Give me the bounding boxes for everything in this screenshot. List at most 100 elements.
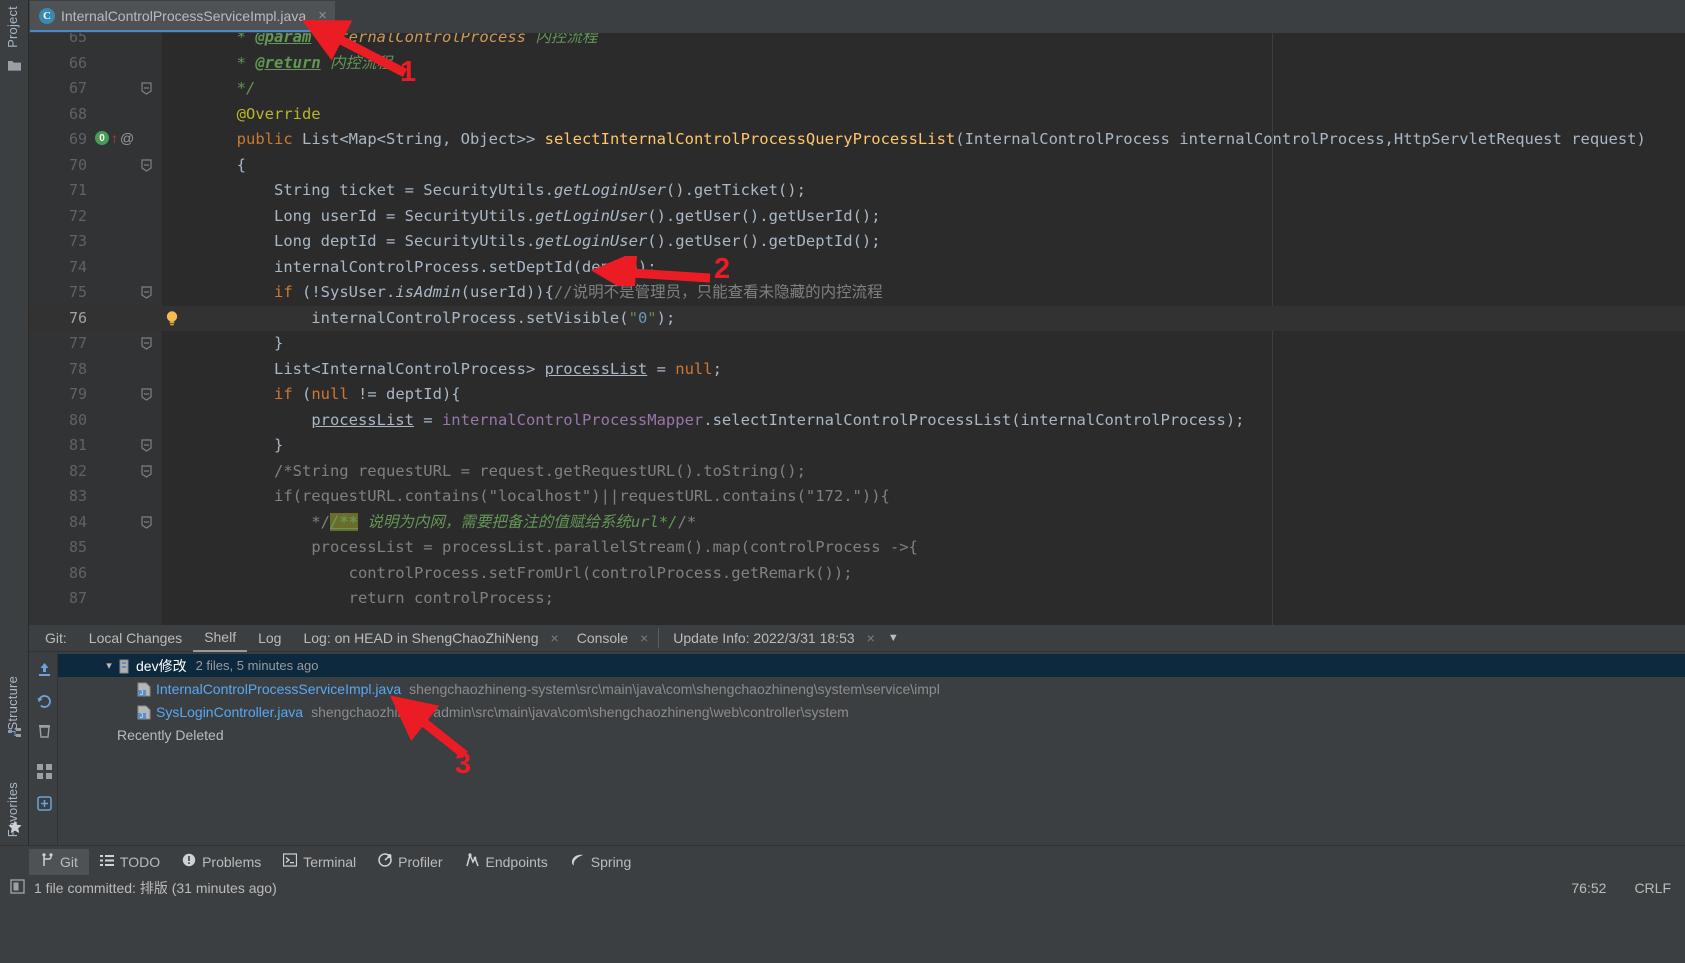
code-line-text: public List<Map<String, Object>> selectI… — [236, 130, 1646, 148]
code-editor[interactable]: 65 * @param internalControlProcess 内控流程 6… — [29, 33, 1685, 625]
code-line-row[interactable]: 80 processList = internalControlProcessM… — [29, 408, 1685, 434]
code-line-row[interactable]: 79 if (null != deptId){ — [29, 382, 1685, 408]
code-line-row[interactable]: 70 { — [29, 153, 1685, 179]
code-fold-icon[interactable] — [141, 337, 152, 350]
code-fold-icon[interactable] — [141, 82, 152, 95]
svg-text:J: J — [140, 691, 143, 697]
bottom-tab-todo[interactable]: TODO — [89, 849, 171, 875]
code-line-text: if (null != deptId){ — [273, 385, 461, 403]
revert-icon[interactable] — [35, 692, 53, 710]
code-line-row[interactable]: 81 } — [29, 433, 1685, 459]
git-tab-shelf[interactable]: Shelf — [193, 625, 248, 652]
code-line-row[interactable]: 65 * @param internalControlProcess 内控流程 — [29, 33, 1685, 51]
changed-file-row[interactable]: J SysLoginController.java shengchaozhineng… — [58, 700, 1685, 723]
git-tab-console[interactable]: Console — [566, 625, 639, 652]
sidebar-tab-project[interactable]: Project — [0, 2, 28, 52]
folder-icon[interactable] — [6, 57, 23, 74]
delete-icon[interactable] — [35, 722, 53, 740]
line-number: 68 — [68, 104, 87, 123]
code-fold-icon[interactable] — [141, 464, 152, 478]
line-number: 77 — [68, 334, 87, 352]
status-message[interactable]: 1 file committed: 排版 (31 minutes ago) — [10, 877, 277, 899]
changed-file-name[interactable]: SysLoginController.java — [156, 704, 303, 720]
line-separator[interactable]: CRLF — [1634, 880, 1671, 896]
close-icon[interactable]: × — [318, 8, 327, 23]
code-line-row[interactable]: 76 internalControlProcess.setVisible("0"… — [29, 305, 1685, 331]
bottom-tab-git[interactable]: Git — [29, 848, 89, 875]
chevron-down-icon[interactable]: ▼ — [888, 632, 899, 644]
code-line-text: Long userId = SecurityUtils.getLoginUser… — [162, 206, 881, 225]
code-line-text: * @param internalControlProcess 内控流程 — [236, 33, 598, 46]
star-icon[interactable] — [6, 818, 23, 835]
code-line-text: { — [162, 155, 246, 174]
code-line-row[interactable]: 78 List<InternalControlProcess> processL… — [29, 357, 1685, 383]
editor-tab[interactable]: C InternalControlProcessServiceImpl.java… — [30, 1, 335, 32]
code-line-text: return controlProcess; — [348, 589, 554, 607]
bottom-tab-terminal[interactable]: Terminal — [272, 849, 367, 875]
code-fold-icon[interactable] — [141, 515, 152, 529]
implemented-badge-icon[interactable]: 0 — [95, 131, 109, 145]
code-line-row[interactable]: 66 * @return 内控流程 — [29, 51, 1685, 77]
code-line-row[interactable]: 85 processList = processList.parallelStr… — [29, 535, 1685, 561]
code-fold-icon[interactable] — [141, 388, 152, 401]
code-line-row[interactable]: 67 */ — [29, 76, 1685, 102]
code-line-text: } — [162, 436, 284, 454]
code-line-row[interactable]: 77 } — [29, 331, 1685, 357]
git-tab-log[interactable]: Log — [247, 625, 292, 652]
code-line-row[interactable]: 71 String ticket = SecurityUtils.getLogi… — [29, 178, 1685, 204]
bottom-tab-spring[interactable]: Spring — [559, 849, 642, 875]
chevron-down-icon[interactable]: ▾ — [100, 659, 118, 672]
code-line-row[interactable]: 82 /*String requestURL = request.getRequ… — [29, 459, 1685, 485]
git-tab-local-changes[interactable]: Local Changes — [78, 625, 193, 652]
git-tab-log-on-head-in-shengchaozhineng[interactable]: Log: on HEAD in ShengChaoZhiNeng — [292, 625, 549, 652]
code-line-row[interactable]: 86 controlProcess.setFromUrl(controlProc… — [29, 561, 1685, 587]
code-line-row[interactable]: 84 *//** 说明为内网，需要把备注的值赋给系统url*//* — [29, 510, 1685, 536]
git-tab-close-icon[interactable]: × — [860, 630, 882, 646]
git-tab-update-info-2022-3-31-18-53[interactable]: Update Info: 2022/3/31 18:53 — [662, 625, 865, 652]
line-number: 65 — [68, 33, 87, 46]
upload-icon[interactable] — [35, 660, 53, 678]
status-bar: 1 file committed: 排版 (31 minutes ago) 76… — [0, 877, 1685, 963]
bottom-tab-problems[interactable]: Problems — [171, 849, 272, 875]
group-by-icon[interactable] — [35, 762, 53, 780]
code-line-row[interactable]: 74 internalControlProcess.setDeptId(dept… — [29, 255, 1685, 281]
git-tab-close-icon[interactable]: × — [633, 630, 655, 646]
code-line-row[interactable]: 87 return controlProcess; — [29, 586, 1685, 612]
changed-file-row[interactable]: J InternalControlProcessServiceImpl.java s… — [58, 677, 1685, 700]
git-tab-close-icon[interactable]: × — [544, 630, 566, 646]
java-class-icon: C — [39, 7, 55, 24]
recently-deleted-row[interactable]: Recently Deleted — [58, 723, 1685, 746]
git-changes-list[interactable]: ▾ dev修改 2 files, 5 minutes ago J InternalCon… — [58, 652, 1685, 845]
spring-leaf-icon — [570, 853, 585, 870]
annotation-at-icon[interactable]: @ — [120, 131, 134, 145]
code-line-row[interactable]: 83 if(requestURL.contains("localhost")||… — [29, 484, 1685, 510]
java-file-icon: J — [137, 704, 156, 720]
code-fold-icon[interactable] — [141, 286, 152, 299]
line-number: 85 — [68, 538, 87, 556]
line-number: 72 — [68, 206, 87, 225]
bottom-tab-profiler[interactable]: Profiler — [367, 849, 453, 875]
code-line-row[interactable]: 73 Long deptId = SecurityUtils.getLoginU… — [29, 229, 1685, 255]
changelist-row[interactable]: ▾ dev修改 2 files, 5 minutes ago — [58, 654, 1685, 677]
changed-file-name[interactable]: InternalControlProcessServiceImpl.java — [156, 681, 401, 697]
gutter-override-marker[interactable]: 0 ↑ @ — [95, 131, 134, 145]
code-fold-icon[interactable] — [141, 158, 152, 172]
structure-tree-icon[interactable] — [6, 726, 23, 743]
commit-note-icon — [10, 879, 25, 897]
bottom-tab-endpoints[interactable]: Endpoints — [454, 849, 559, 875]
code-line-row[interactable]: 68 @Override — [29, 102, 1685, 128]
bottom-tab-label: Endpoints — [485, 853, 548, 870]
caret-position[interactable]: 76:52 — [1571, 880, 1606, 896]
code-fold-icon[interactable] — [141, 439, 152, 452]
line-number: 70 — [68, 155, 87, 174]
line-number: 83 — [68, 487, 87, 505]
code-line-row[interactable]: 75 if (!SysUser.isAdmin(userId)){//说明不是管… — [29, 280, 1685, 306]
editor-tab-title: InternalControlProcessServiceImpl.java — [61, 7, 307, 24]
code-line-row[interactable]: 72 Long userId = SecurityUtils.getLoginU… — [29, 204, 1685, 230]
expand-all-icon[interactable] — [35, 794, 53, 812]
changelist-name: dev修改 — [136, 657, 187, 674]
code-line-text: } — [162, 334, 284, 352]
code-line-row[interactable]: 69 0 ↑ @ public List<Map<String, Object>> s… — [29, 127, 1685, 153]
override-arrow-icon[interactable]: ↑ — [111, 131, 118, 145]
code-line-text: processList = processList.parallelStream… — [311, 538, 918, 556]
